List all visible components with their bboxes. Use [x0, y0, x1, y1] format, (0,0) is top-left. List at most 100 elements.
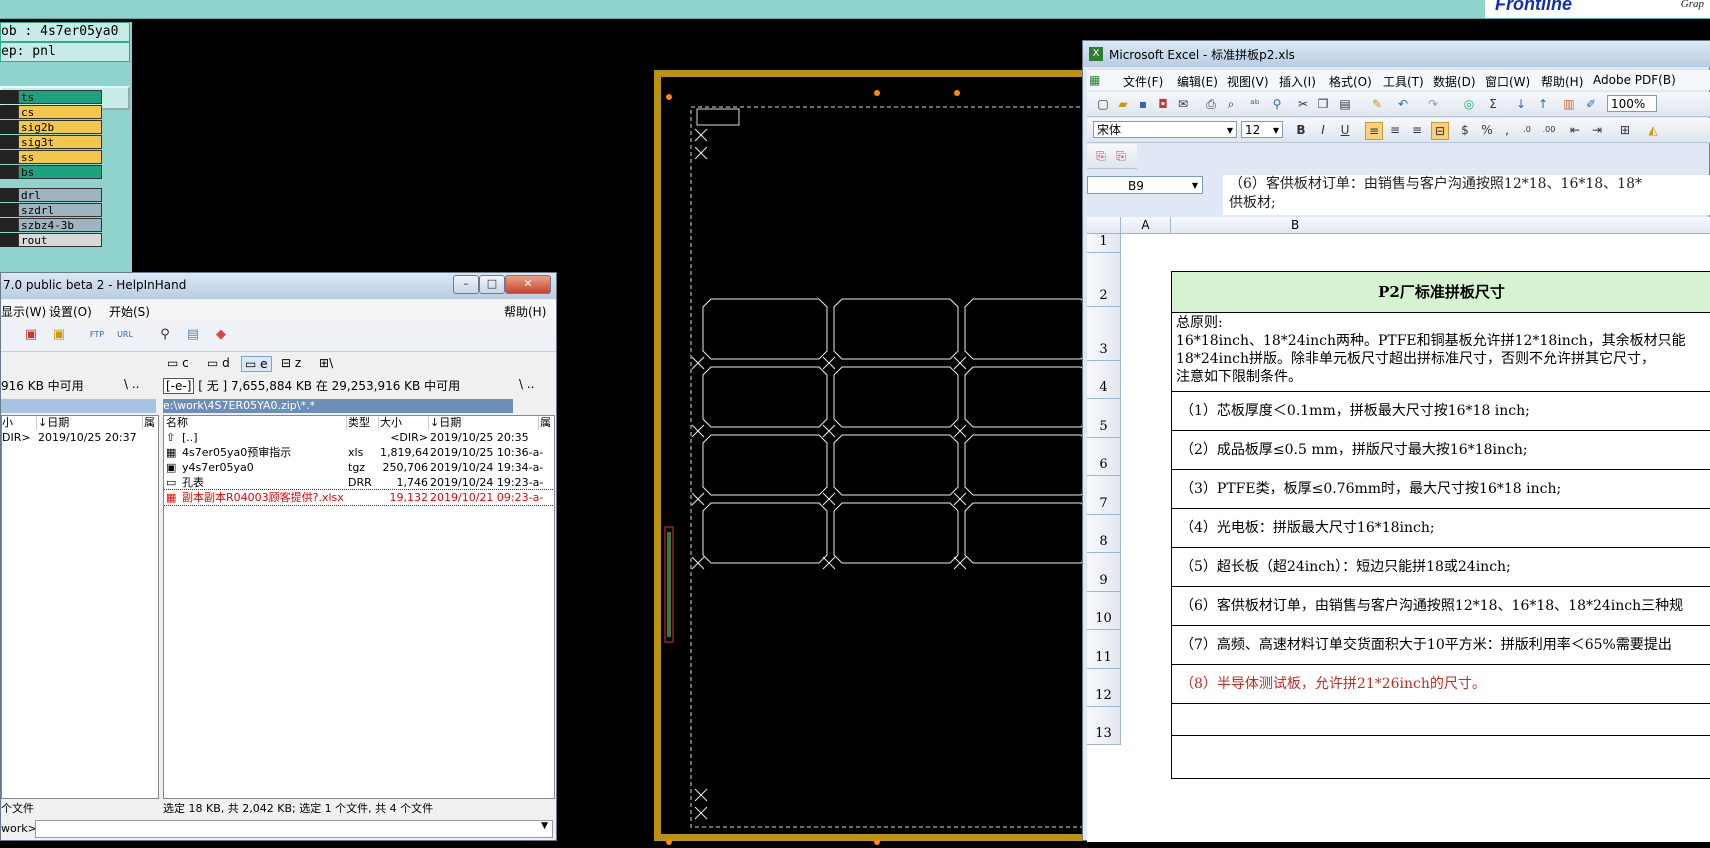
table-title[interactable]: P2厂标准拼板尺寸 [1172, 272, 1710, 313]
drive-z[interactable]: ⊟ z [281, 356, 301, 370]
col-header-a[interactable]: A [1121, 217, 1171, 234]
row-header[interactable]: 5 [1087, 399, 1121, 438]
row-header[interactable]: 3 [1087, 307, 1121, 361]
rule-cell[interactable]: （3）PTFE类，板厚≤0.76mm时，最大尺寸按16*18 inch; [1172, 470, 1710, 509]
layer-rout[interactable]: rout [18, 233, 102, 247]
row-header[interactable]: 13 [1087, 707, 1121, 745]
minimize-button[interactable]: – [453, 275, 479, 294]
underline-button[interactable]: U [1337, 122, 1353, 138]
font-name-select[interactable]: 宋体 ▼ [1093, 121, 1237, 138]
sort-ascending-icon[interactable]: ↓ [1513, 96, 1529, 112]
formula-bar[interactable]: （6）客供板材订单：由销售与客户沟通按照12*18、16*18、18* 供板材; [1223, 175, 1710, 215]
redo-icon[interactable]: ↷ [1425, 96, 1441, 112]
layer-ts[interactable]: ts [18, 90, 102, 104]
row-header[interactable]: 8 [1087, 515, 1121, 553]
save-icon[interactable]: ▪ [1135, 96, 1151, 112]
comma-button[interactable]: , [1499, 122, 1515, 138]
excel-titlebar[interactable]: X Microsoft Excel - 标准拼板p2.xls [1083, 41, 1710, 67]
menu-insert[interactable]: 插入(I) [1279, 73, 1316, 90]
left-file-panel[interactable]: 小 ↓日期 属 DIR> 2019/10/25 20:37 [1, 415, 159, 799]
cut-icon[interactable]: ✂ [1295, 96, 1311, 112]
layer-cs[interactable]: cs [18, 105, 102, 119]
excel-doc-icon[interactable]: ▦ [1089, 73, 1100, 87]
open-icon[interactable]: ▰ [1115, 96, 1131, 112]
align-left-button[interactable]: ≡ [1365, 122, 1383, 140]
col-name[interactable]: 名称 [166, 416, 347, 430]
undo-icon[interactable]: ↶ [1395, 96, 1411, 112]
col-size[interactable]: 大小 [380, 416, 429, 430]
format-painter-icon[interactable]: ✎ [1369, 96, 1385, 112]
menu-edit[interactable]: 编辑(E) [1177, 73, 1218, 90]
menu-adobe-pdf[interactable]: Adobe PDF(B) [1593, 73, 1676, 87]
drawing-icon[interactable]: ✐ [1583, 96, 1599, 112]
drive-c[interactable]: ▭ c [167, 356, 189, 370]
list-item[interactable]: DIR> 2019/10/25 20:37 [2, 430, 158, 445]
unpack-icon[interactable]: ▣ [51, 327, 67, 343]
notepad-icon[interactable]: ▤ [185, 327, 201, 343]
url-icon[interactable]: URL [117, 327, 133, 343]
col-attr[interactable]: 属 [540, 416, 554, 430]
layer-bs[interactable]: bs [18, 165, 102, 179]
spreadsheet-grid[interactable]: A B 1 2 3 4 5 6 7 8 9 10 11 12 13 P2厂标准拼板尺寸 总原则: 16*… [1087, 217, 1710, 842]
autosum-icon[interactable]: Σ [1485, 96, 1501, 112]
menu-help[interactable]: 帮助(H) [504, 303, 546, 320]
file-row[interactable]: ▦ 副本副本R04003顾客提供?.xlsx 19,132 2019/10/21 09… [164, 489, 554, 506]
command-input[interactable]: ▼ [35, 820, 553, 838]
palette-icon[interactable]: ◆ [213, 327, 229, 343]
rule-cell[interactable]: （8）半导体测试板，允许拼21*26inch的尺寸。 [1172, 665, 1710, 704]
layer-sig3t[interactable]: sig3t [18, 135, 102, 149]
row-header[interactable]: 6 [1087, 438, 1121, 476]
row-header[interactable]: 7 [1087, 476, 1121, 515]
menu-data[interactable]: 数据(D) [1433, 73, 1476, 90]
pdf-convert-icon[interactable]: ⎘ [1093, 148, 1109, 164]
align-right-button[interactable]: ≡ [1409, 122, 1425, 138]
close-button[interactable]: ✕ [505, 275, 551, 294]
layer-szdrl[interactable]: szdrl [18, 203, 102, 217]
file-row[interactable]: ▦ 4s7er05ya0预审指示 xls 1,819,6482019/10/25 10… [164, 445, 554, 460]
col-type[interactable]: 类型 [348, 416, 379, 430]
right-file-panel[interactable]: 名称 类型 大小 ↓日期 属 ⇧ [..] <DIR> 2019/10/25 20:3… [163, 415, 555, 799]
spelling-icon[interactable]: ᵃᵇ [1247, 96, 1263, 112]
row-header[interactable]: 12 [1087, 669, 1121, 707]
print-preview-icon[interactable]: ⌕ [1223, 96, 1239, 112]
maximize-button[interactable]: □ [479, 275, 505, 294]
row-header[interactable]: 2 [1087, 253, 1121, 307]
zoom-box[interactable]: 100% [1607, 95, 1657, 112]
italic-button[interactable]: I [1315, 122, 1331, 138]
drive-e[interactable]: ▭ e [241, 356, 272, 372]
menu-view[interactable]: 显示(W) [1, 303, 46, 320]
chart-wizard-icon[interactable]: ▥ [1561, 96, 1577, 112]
drive-d[interactable]: ▭ d [207, 356, 230, 370]
row-header[interactable]: 1 [1087, 234, 1121, 253]
decrease-decimal-button[interactable]: .00 [1541, 122, 1557, 138]
menu-format[interactable]: 格式(O) [1329, 73, 1372, 90]
cad-canvas[interactable] [654, 70, 1082, 845]
col-attr[interactable]: 属 [144, 416, 158, 430]
row-header[interactable]: 10 [1087, 592, 1121, 630]
research-icon[interactable]: ⚲ [1269, 96, 1285, 112]
increase-decimal-button[interactable]: .0 [1519, 122, 1535, 138]
menu-help[interactable]: 帮助(H) [1541, 73, 1583, 90]
rule-cell[interactable]: （2）成品板厚≤0.5 mm，拼版尺寸最大按16*18inch; [1172, 431, 1710, 470]
rule-cell[interactable]: （1）芯板厚度＜0.1mm，拼板最大尺寸按16*18 inch; [1172, 392, 1710, 431]
print-icon[interactable]: ⎙ [1203, 96, 1219, 112]
layer-drl[interactable]: drl [18, 188, 102, 202]
chevron-down-icon[interactable]: ▼ [1227, 122, 1233, 139]
binoculars-icon[interactable]: ⚲ [157, 327, 173, 343]
borders-button[interactable]: ⊞ [1617, 122, 1633, 138]
fill-color-button[interactable]: ◭ [1645, 122, 1661, 138]
rule-cell[interactable]: （5）超长板（超24inch）：短边只能拼18或24inch; [1172, 548, 1710, 587]
select-all[interactable] [1087, 217, 1121, 234]
increase-indent-button[interactable]: ⇥ [1589, 122, 1605, 138]
align-center-button[interactable]: ≡ [1387, 122, 1403, 138]
pdf-email-icon[interactable]: ⎘ [1113, 148, 1129, 164]
email-icon[interactable]: ✉ [1175, 96, 1191, 112]
bold-button[interactable]: B [1293, 122, 1309, 138]
menu-file[interactable]: 文件(F) [1123, 73, 1163, 90]
percent-button[interactable]: % [1479, 122, 1495, 138]
currency-button[interactable]: $ [1457, 122, 1473, 138]
ftp-icon[interactable]: FTP [89, 327, 105, 343]
col-header-b[interactable]: B [1171, 217, 1710, 234]
menu-settings[interactable]: 设置(O) [49, 303, 92, 320]
font-size-select[interactable]: 12 ▼ [1241, 121, 1283, 138]
